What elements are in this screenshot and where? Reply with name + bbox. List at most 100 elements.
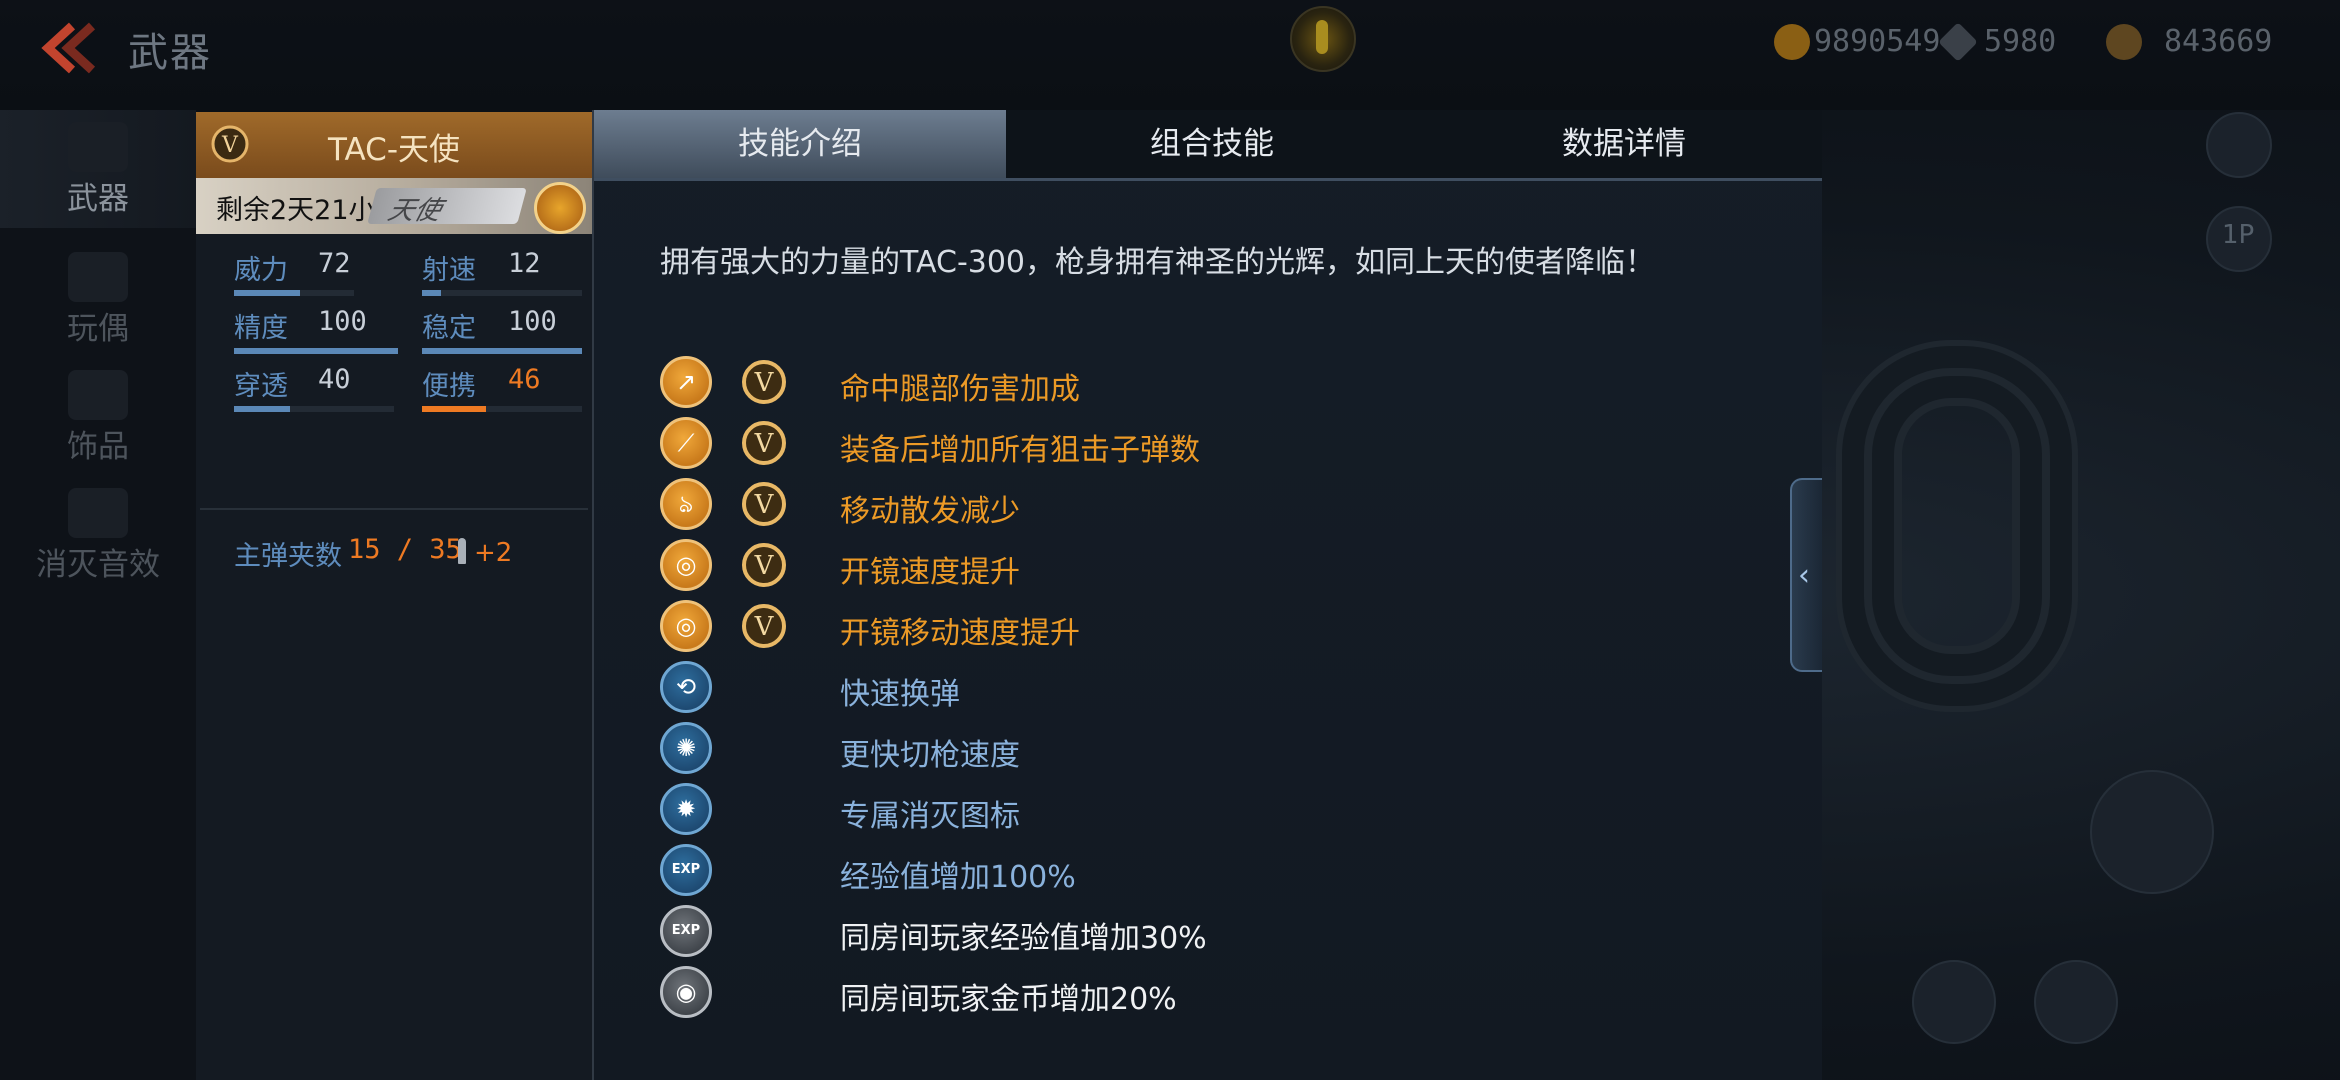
sidebar-item-dolls[interactable]: 玩偶 (0, 240, 196, 358)
stat-label: 稳定 (422, 313, 476, 344)
skill-row: EXP 同房间玩家经验值增加30% (660, 905, 1660, 961)
stat-value: 72 (318, 248, 351, 279)
weapon-description: 拥有强大的力量的TAC-300，枪身拥有神圣的光辉，如同上天的使者降临！ (660, 245, 1656, 280)
vip-badge-icon: V (742, 543, 786, 587)
points-icon (2106, 24, 2142, 60)
back-button[interactable] (30, 18, 100, 78)
movement-spread-icon: ঌ (660, 478, 712, 530)
stat-portability: 便携 46 (422, 364, 592, 414)
svg-text:V: V (754, 429, 775, 459)
room-exp-icon: EXP (660, 905, 712, 957)
vip-badge-icon: V (742, 421, 786, 465)
stat-stability: 稳定 100 (422, 306, 592, 356)
sound-icon (68, 488, 128, 538)
stat-bar-fill (234, 406, 290, 412)
stat-value: 46 (508, 364, 541, 395)
sidebar-item-label: 饰品 (67, 429, 129, 465)
stat-label: 射速 (422, 255, 476, 286)
tab-combo-skills[interactable]: 组合技能 (1006, 110, 1418, 178)
sidebar-item-weapons[interactable]: 武器 (0, 110, 196, 228)
sidebar-item-label: 玩偶 (67, 311, 129, 347)
sniper-ammo-icon: ⟋ (660, 417, 712, 469)
stat-bar-track (422, 290, 582, 296)
player-mode-label: 1P (2222, 220, 2255, 250)
sidebar-item-label: 消灭音效 (36, 547, 160, 583)
sidebar-item-accessories[interactable]: 饰品 (0, 358, 196, 476)
vip-badge-icon: V (742, 360, 786, 404)
vip-badge-icon: V (742, 604, 786, 648)
magazine-value: 15 / 35 (348, 534, 462, 565)
skin-icon[interactable] (1912, 960, 1996, 1044)
magazine-extra: +2 (474, 538, 513, 568)
stat-value: 12 (508, 248, 541, 279)
sidebar: 武器 玩偶 饰品 消灭音效 (0, 110, 196, 1080)
top-bar: 武器 9890549 5980 843669 (0, 0, 2340, 110)
angel-tag-label: 天使 (384, 196, 445, 226)
diamond-value: 5980 (1984, 24, 2057, 59)
magazine-label: 主弹夹数 (234, 541, 342, 572)
accessory-icon (68, 370, 128, 420)
rifle-icon (68, 122, 128, 172)
stat-bar-fill (234, 290, 300, 296)
stat-penetration: 穿透 40 (234, 364, 404, 414)
svg-text:V: V (754, 490, 775, 520)
skill-label: 同房间玩家经验值增加30% (840, 921, 1207, 956)
player-mode-button[interactable]: 1P (2206, 206, 2272, 272)
diamond-icon (1938, 22, 1978, 62)
divider (200, 508, 588, 510)
skill-label: 开镜移动速度提升 (840, 616, 1080, 651)
stat-label: 精度 (234, 313, 288, 344)
scope-speed-icon: ◎ (660, 539, 712, 591)
stat-value: 100 (508, 306, 557, 337)
stat-accuracy: 精度 100 (234, 306, 404, 356)
stat-label: 便携 (422, 371, 476, 402)
coin-icon (1774, 24, 1810, 60)
switch-weapon-icon: ✺ (660, 722, 712, 774)
skill-row: ↗ V 命中腿部伤害加成 (660, 356, 1660, 412)
sidebar-item-label: 武器 (67, 181, 129, 217)
weapon-info-panel: V TAC-天使 剩余2天21小时 天使 威力 72 射速 12 精度 100 (196, 112, 594, 1080)
page-title: 武器 (128, 30, 212, 76)
medal-icon[interactable] (534, 182, 586, 234)
tab-skill-intro[interactable]: 技能介绍 (594, 110, 1006, 178)
skill-label: 移动散发减少 (840, 494, 1020, 529)
swap-icon[interactable] (2034, 960, 2118, 1044)
skill-row: ✺ 更快切枪速度 (660, 722, 1660, 778)
reload-icon: ⟲ (660, 661, 712, 713)
settings-wheel-icon[interactable] (2206, 112, 2272, 178)
stat-value: 40 (318, 364, 351, 395)
points-value: 843669 (2164, 24, 2273, 59)
skill-label: 同房间玩家金币增加20% (840, 982, 1177, 1017)
vip-badge-icon: V (742, 482, 786, 526)
tab-bar: 技能介绍 组合技能 数据详情 (594, 110, 1822, 181)
weapon-subheader: 剩余2天21小时 天使 (196, 178, 592, 234)
stat-bar-fill (234, 348, 398, 354)
skill-row: ◎ V 开镜速度提升 (660, 539, 1660, 595)
exp-icon: EXP (660, 844, 712, 896)
sidebar-item-kill-sound[interactable]: 消灭音效 (0, 476, 196, 594)
ammo-icon[interactable] (2090, 770, 2214, 894)
skill-row: EXP 经验值增加100% (660, 844, 1660, 900)
skill-row: ✹ 专属消灭图标 (660, 783, 1660, 839)
skill-row: ঌ V 移动散发减少 (660, 478, 1660, 534)
skill-label: 命中腿部伤害加成 (840, 372, 1080, 407)
scope-move-icon: ◎ (660, 600, 712, 652)
doll-icon (68, 252, 128, 302)
leg-hit-icon: ↗ (660, 356, 712, 408)
room-coin-icon: ◉ (660, 966, 712, 1018)
weapon-name: TAC-天使 (327, 132, 461, 168)
angel-tag: 天使 (367, 188, 527, 226)
screen: 武器 9890549 5980 843669 武器 玩偶 饰品 消灭音效 V T… (0, 0, 2340, 1080)
alert-emblem-icon[interactable] (1290, 6, 1356, 72)
stat-power: 威力 72 (234, 248, 404, 298)
skill-label: 开镜速度提升 (840, 555, 1020, 590)
collapse-panel-button[interactable]: ‹ (1790, 478, 1822, 672)
skill-label: 专属消灭图标 (840, 799, 1020, 834)
kill-icon: ✹ (660, 783, 712, 835)
skill-label: 经验值增加100% (840, 860, 1076, 895)
stat-bar-fill (422, 348, 582, 354)
skill-row: ⟋ V 装备后增加所有狙击子弹数 (660, 417, 1660, 473)
tab-data-details[interactable]: 数据详情 (1418, 110, 1830, 178)
stat-label: 穿透 (234, 371, 288, 402)
weapon-header: V TAC-天使 (196, 112, 592, 178)
